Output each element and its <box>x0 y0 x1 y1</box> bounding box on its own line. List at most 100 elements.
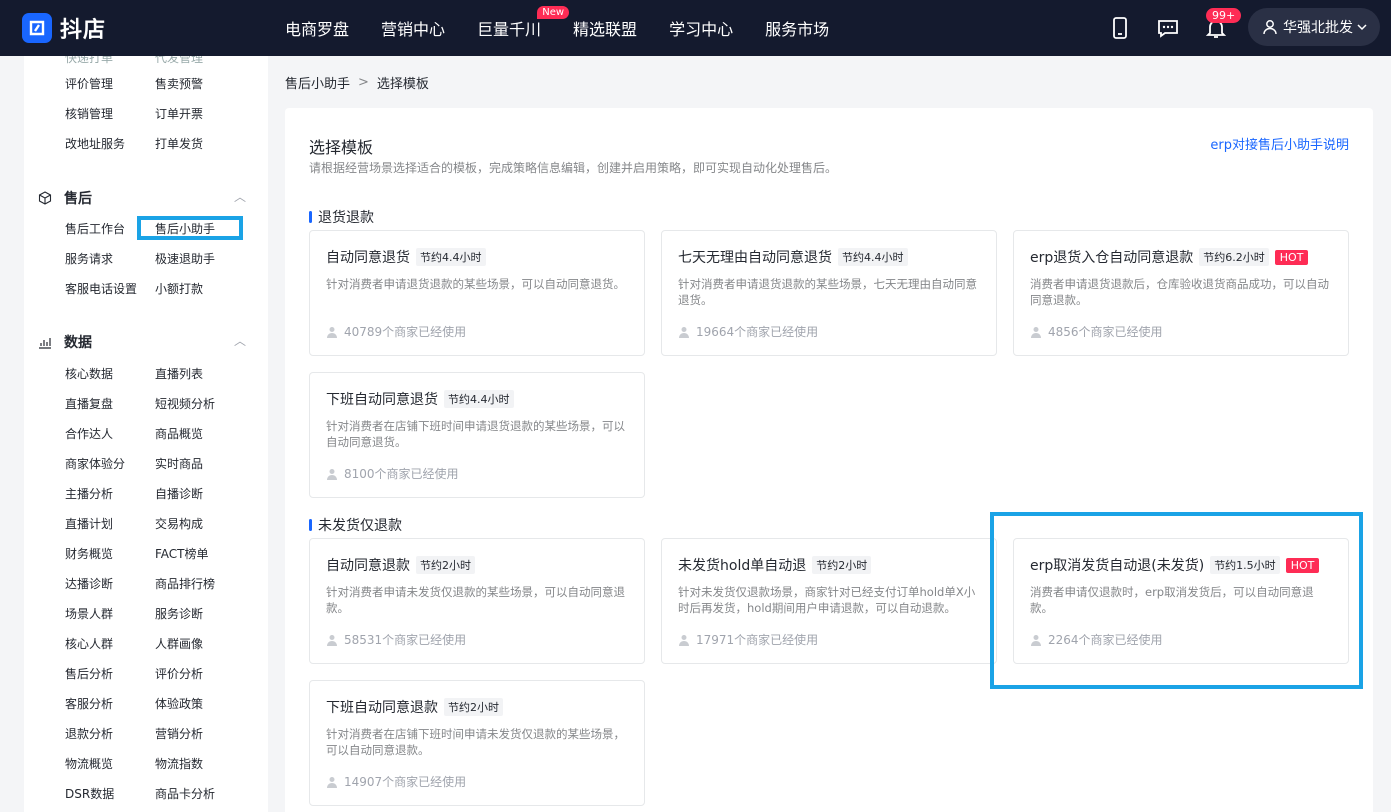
sidebar-item-data[interactable]: DSR数据 <box>65 784 114 804</box>
card-title: 下班自动同意退货 节约4.4小时 <box>326 389 514 409</box>
card-usage: 40789个商家已经使用 <box>326 323 466 340</box>
sidebar-item-data[interactable]: 售后分析 <box>65 664 113 684</box>
sidebar-item-data[interactable]: 客服分析 <box>65 694 113 714</box>
card-usage: 14907个商家已经使用 <box>326 773 466 790</box>
nav-item-service-market[interactable]: 服务市场 <box>765 16 829 40</box>
sidebar-item-fast-refund[interactable]: 极速退助手 <box>155 249 215 269</box>
sidebar-item-print-ship[interactable]: 打单发货 <box>155 134 203 154</box>
highlight-box-sidebar <box>137 216 243 240</box>
card-title: 自动同意退款 节约2小时 <box>326 555 475 575</box>
sidebar-item-data[interactable]: 评价分析 <box>155 664 203 684</box>
breadcrumb-current: 选择模板 <box>376 76 429 92</box>
card-description: 针对消费者在店铺下班时间申请退货退款的某些场景，可以自动同意退货。 <box>326 419 625 449</box>
chevron-right-icon: > <box>358 74 369 90</box>
sidebar-item-data[interactable]: FACT榜单 <box>155 544 209 564</box>
sidebar-item-data[interactable]: 自播诊断 <box>155 484 203 504</box>
sidebar-item-data[interactable]: 合作达人 <box>65 424 113 444</box>
user-menu[interactable]: 华强北批发 <box>1248 8 1380 46</box>
template-card[interactable]: 下班自动同意退款 节约2小时 针对消费者在店铺下班时间申请未发货仅退款的某些场景，可… <box>309 680 645 806</box>
user-icon <box>679 326 689 338</box>
sidebar-item-data[interactable]: 商品排行榜 <box>155 574 215 594</box>
sidebar-item-data[interactable]: 财务概览 <box>65 544 113 564</box>
sidebar-item-data[interactable]: 商品卡分析 <box>155 784 215 804</box>
usage-count: 14907个商家已经使用 <box>344 775 467 789</box>
sidebar-item-sale-alert[interactable]: 售卖预警 <box>155 74 203 94</box>
sidebar-item-data[interactable]: 场景人群 <box>65 604 113 624</box>
nav-item-compass[interactable]: 电商罗盘 <box>285 16 349 40</box>
sidebar-item-data[interactable]: 达播诊断 <box>65 574 113 594</box>
mobile-icon[interactable] <box>1108 16 1132 40</box>
erp-doc-link[interactable]: erp对接售后小助手说明 <box>1210 134 1349 153</box>
usage-count: 8100个商家已经使用 <box>344 467 459 481</box>
user-icon <box>1031 326 1041 338</box>
sidebar-item-review-mgmt[interactable]: 评价管理 <box>65 74 113 94</box>
chevron-up-icon[interactable]: ︿ <box>234 188 246 205</box>
sidebar-item-data[interactable]: 退款分析 <box>65 724 113 744</box>
sidebar-item-invoice[interactable]: 订单开票 <box>155 104 203 124</box>
new-badge: New <box>537 6 570 19</box>
sidebar-item-data[interactable]: 体验政策 <box>155 694 203 714</box>
breadcrumb-parent[interactable]: 售后小助手 <box>285 73 350 92</box>
sidebar-item-data[interactable]: 交易构成 <box>155 514 203 534</box>
section-title-return-refund: 退货退款 <box>309 207 374 227</box>
sidebar-item-small-payment[interactable]: 小额打款 <box>155 279 203 299</box>
chevron-up-icon[interactable]: ︿ <box>234 332 246 349</box>
sidebar-item-writeoff[interactable]: 核销管理 <box>65 104 113 124</box>
nav-item-marketing[interactable]: 营销中心 <box>381 16 445 40</box>
logo-text: 抖店 <box>60 18 107 43</box>
sidebar-item-data[interactable]: 直播计划 <box>65 514 113 534</box>
sidebar-group-data[interactable]: 数据 <box>38 330 92 354</box>
sidebar-item-data[interactable]: 商品概览 <box>155 424 203 444</box>
sidebar-item-data[interactable]: 物流指数 <box>155 754 203 774</box>
time-saved-tag: 节约4.4小时 <box>838 248 908 266</box>
card-usage: 8100个商家已经使用 <box>326 465 459 482</box>
time-saved-tag: 节约6.2小时 <box>1199 248 1269 266</box>
template-panel: 选择模板 请根据经营场景选择适合的模板，完成策略信息编辑，创建并启用策略，即可实… <box>285 108 1373 812</box>
nav-item-alliance[interactable]: 精选联盟 <box>573 16 637 40</box>
app-logo[interactable]: 抖店 <box>22 12 106 44</box>
sidebar-item-data[interactable]: 直播列表 <box>155 364 203 384</box>
highlight-box-card <box>990 512 1363 689</box>
template-card[interactable]: erp退货入仓自动同意退款 节约6.2小时 HOT 消费者申请退货退款后，仓库验收退货… <box>1013 230 1349 356</box>
sidebar-item-data[interactable]: 核心数据 <box>65 364 113 384</box>
template-card[interactable]: 七天无理由自动同意退货 节约4.4小时 针对消费者申请退货退款的某些场景，七天无理由… <box>661 230 997 356</box>
template-card[interactable]: 下班自动同意退货 节约4.4小时针对消费者在店铺下班时间申请退货退款的某些场景，可… <box>309 372 645 498</box>
card-description: 针对消费者在店铺下班时间申请未发货仅退款的某些场景，可以自动同意退款。 <box>326 727 625 757</box>
message-icon[interactable] <box>1156 16 1180 40</box>
sidebar-item-cs-phone[interactable]: 客服电话设置 <box>65 279 137 299</box>
nav-item-qianchuan[interactable]: 巨量千川 New <box>477 6 570 40</box>
sidebar-group-after-sale[interactable]: 售后 <box>38 186 92 210</box>
card-title: 未发货hold单自动退 节约2小时 <box>678 555 872 575</box>
user-icon <box>679 634 689 646</box>
time-saved-tag: 节约4.4小时 <box>444 390 514 408</box>
template-card[interactable]: 自动同意退款 节约2小时 针对消费者申请未发货仅退款的某些场景，可以自动同意退款。 5… <box>309 538 645 664</box>
sidebar-item-clipped-2[interactable]: 代发管理 <box>155 56 203 68</box>
section-title-text: 退货退款 <box>318 210 374 226</box>
usage-count: 40789个商家已经使用 <box>344 325 467 339</box>
sidebar-item-after-sale-desk[interactable]: 售后工作台 <box>65 219 125 239</box>
card-usage: 17971个商家已经使用 <box>678 631 818 648</box>
template-card[interactable]: 自动同意退货 节约4.4小时 针对消费者申请退货退款的某些场景，可以自动同意退货。 4… <box>309 230 645 356</box>
sidebar-item-service-request[interactable]: 服务请求 <box>65 249 113 269</box>
nav-item-learning[interactable]: 学习中心 <box>669 16 733 40</box>
sidebar-item-data[interactable]: 商家体验分 <box>65 454 125 474</box>
chevron-down-icon <box>1357 24 1367 31</box>
sidebar-item-data[interactable]: 人群画像 <box>155 634 203 654</box>
sidebar-item-data[interactable]: 服务诊断 <box>155 604 203 624</box>
notification-badge: 99+ <box>1206 8 1242 23</box>
main-nav: 电商罗盘 营销中心 巨量千川 New 精选联盟 学习中心 服务市场 <box>285 0 861 56</box>
sidebar-item-data[interactable]: 短视频分析 <box>155 394 215 414</box>
template-card[interactable]: 未发货hold单自动退 节约2小时 针对未发货仅退款场景，商家针对已经支付订单hol… <box>661 538 997 664</box>
sidebar-item-address-change[interactable]: 改地址服务 <box>65 134 125 154</box>
sidebar-item-data[interactable]: 物流概览 <box>65 754 113 774</box>
sidebar-item-data[interactable]: 实时商品 <box>155 454 203 474</box>
card-title-text: 自动同意退款 <box>326 558 410 574</box>
sidebar-item-data[interactable]: 营销分析 <box>155 724 203 744</box>
card-title: erp退货入仓自动同意退款 节约6.2小时 HOT <box>1030 247 1309 267</box>
sidebar-item-data[interactable]: 直播复盘 <box>65 394 113 414</box>
card-description: 消费者申请退货退款后，仓库验收退货商品成功，可以自动同意退款。 <box>1030 277 1329 307</box>
sidebar-item-data[interactable]: 主播分析 <box>65 484 113 504</box>
sidebar-item-clipped-1[interactable]: 快递打单 <box>65 56 113 68</box>
top-navbar: 抖店 电商罗盘 营销中心 巨量千川 New 精选联盟 学习中心 服务市场 99+ … <box>0 0 1391 56</box>
sidebar-item-data[interactable]: 核心人群 <box>65 634 113 654</box>
